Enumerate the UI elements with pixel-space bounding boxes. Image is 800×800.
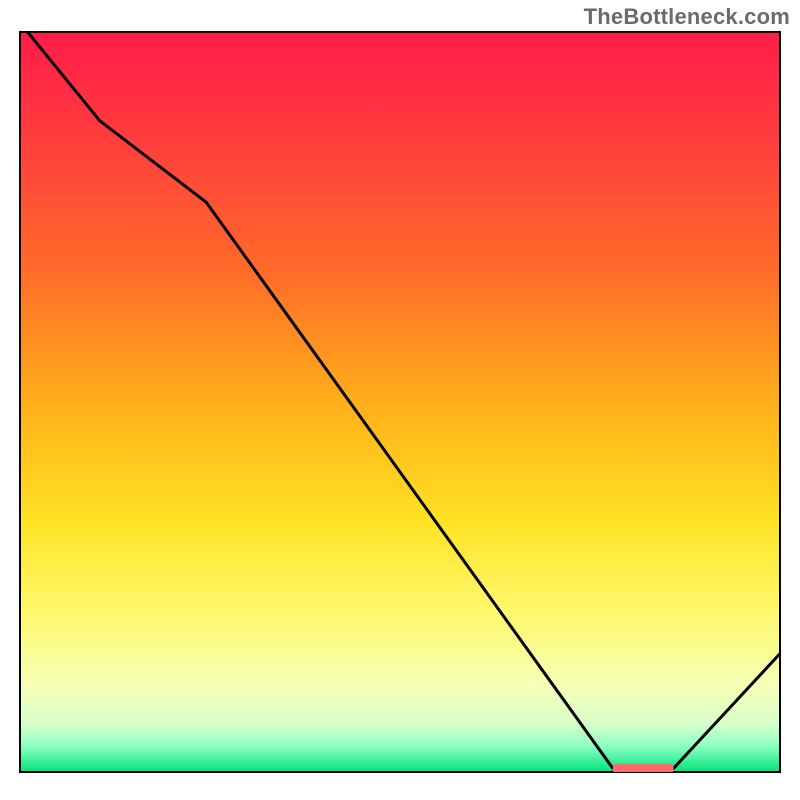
chart-container: TheBottleneck.com: [0, 0, 800, 800]
chart-svg: [0, 0, 800, 800]
highlight-marker: [613, 764, 674, 773]
plot-background: [20, 32, 780, 772]
watermark-text: TheBottleneck.com: [584, 4, 790, 30]
